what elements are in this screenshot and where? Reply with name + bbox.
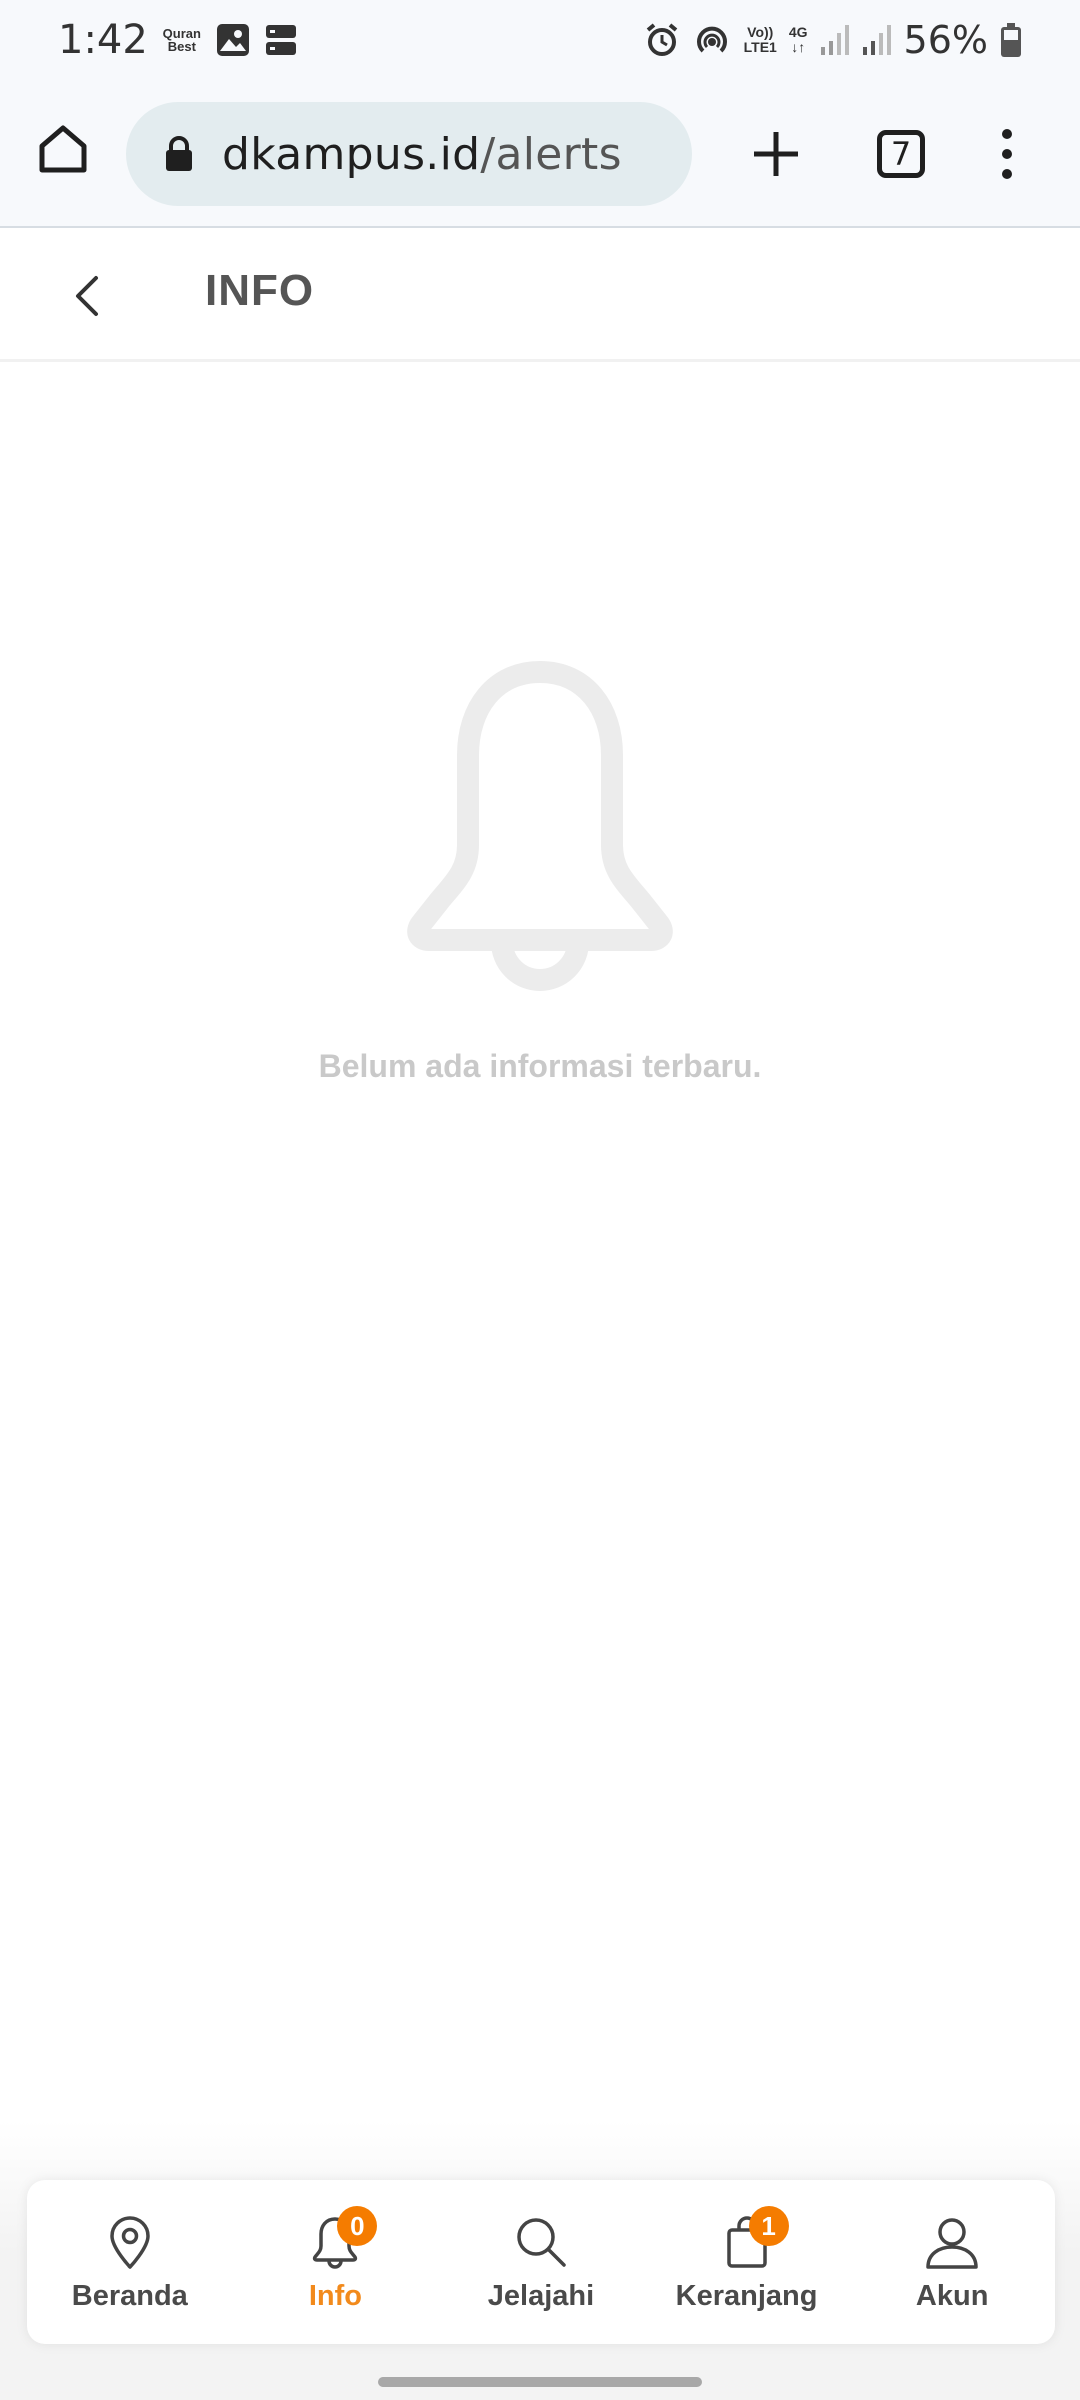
nav-label-jelajahi: Jelajahi: [487, 2280, 595, 2312]
search-icon: [517, 2218, 566, 2267]
more-menu-icon[interactable]: [992, 124, 1022, 184]
url-path: /alerts: [480, 128, 622, 180]
status-system-icons: Vo)) LTE1 4G ↓↑ 56%: [644, 18, 1022, 62]
volte-indicator: Vo)) LTE1: [744, 25, 777, 55]
battery-icon: [1001, 23, 1021, 57]
alarm-icon: [646, 23, 677, 56]
nav-item-keranjang[interactable]: 1 Keranjang: [644, 2180, 850, 2344]
browser-toolbar: dkampus.id/alerts 7: [0, 80, 1080, 228]
cart-badge: 1: [748, 2206, 789, 2246]
empty-bell-icon: [407, 661, 673, 991]
hotspot-icon: [696, 26, 727, 53]
status-bar: 1:42 Quran Best Vo)) LTE1 4G ↓↑ 56%: [0, 0, 1080, 80]
user-icon: [926, 2218, 978, 2269]
gesture-area: [0, 2360, 1080, 2400]
nav-label-keranjang: Keranjang: [675, 2280, 818, 2312]
nav-item-beranda[interactable]: Beranda: [27, 2180, 233, 2344]
back-arrow-icon[interactable]: [62, 270, 114, 322]
network-type-bottom: ↓↑: [791, 39, 806, 55]
network-type-indicator: 4G ↓↑: [789, 25, 808, 55]
quran-app-label-line2: Best: [167, 39, 196, 54]
volte-bottom: LTE1: [743, 39, 777, 55]
new-tab-icon[interactable]: [748, 126, 804, 182]
location-pin-icon: [110, 2216, 150, 2269]
nav-label-info: Info: [308, 2280, 362, 2312]
empty-state: Belum ada informasi terbaru.: [0, 660, 1080, 1085]
quran-app-icon: Quran Best: [162, 27, 202, 53]
status-time: 1:42: [58, 17, 148, 63]
storage-icon: [265, 25, 296, 55]
nav-label-akun: Akun: [915, 2280, 989, 2312]
battery-percent: 56%: [903, 18, 988, 62]
nav-item-info[interactable]: 0 Info: [233, 2180, 439, 2344]
app-header: INFO: [0, 230, 1080, 362]
info-badge: 0: [337, 2206, 378, 2246]
gallery-icon: [216, 24, 249, 56]
gesture-handle[interactable]: [378, 2377, 702, 2387]
nav-item-jelajahi[interactable]: Jelajahi: [438, 2180, 644, 2344]
lock-icon: [166, 136, 192, 171]
url-text: dkampus.id/alerts: [222, 129, 622, 180]
status-notification-icons: Quran Best: [162, 23, 298, 57]
nav-label-beranda: Beranda: [71, 2280, 188, 2312]
volte-top: Vo)): [747, 24, 774, 40]
bottom-nav: Beranda 0 Info Jelajahi 1 Keranjang Akun: [27, 2180, 1055, 2344]
tab-switcher-button[interactable]: 7: [877, 130, 925, 178]
empty-state-message: Belum ada informasi terbaru.: [318, 1048, 762, 1084]
network-type-top: 4G: [788, 24, 808, 40]
signal-icon-1: [820, 25, 849, 55]
url-domain: dkampus.id: [222, 128, 481, 180]
signal-icon-2: [862, 25, 891, 55]
url-bar[interactable]: dkampus.id/alerts: [126, 102, 692, 206]
home-icon[interactable]: [34, 120, 92, 178]
nav-item-akun[interactable]: Akun: [849, 2180, 1055, 2344]
page-title: INFO: [205, 266, 315, 315]
